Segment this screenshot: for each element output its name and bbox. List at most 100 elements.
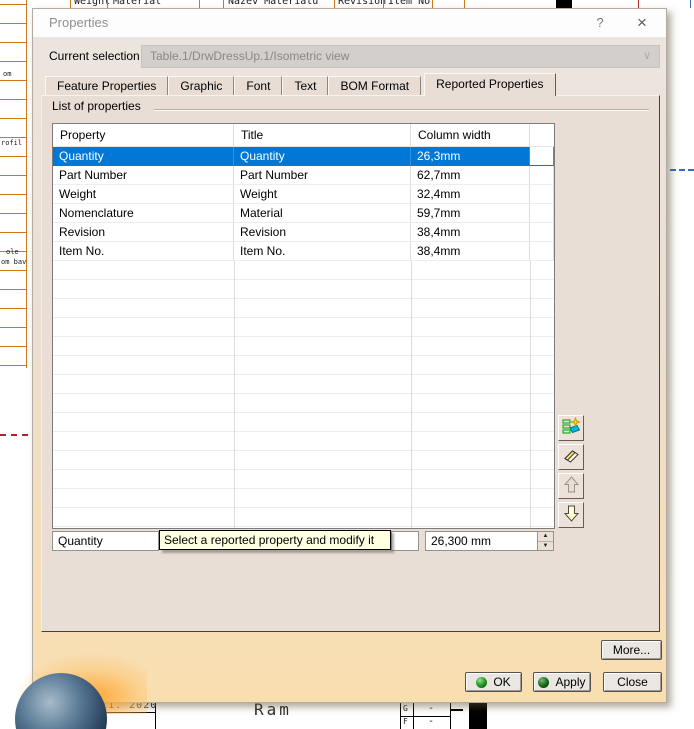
cad-cell-f: F xyxy=(403,717,408,726)
current-selection-label: Current selection : xyxy=(49,49,146,63)
table-row[interactable]: Quantity Quantity 26,3mm xyxy=(53,147,554,166)
cell-width: 32,4mm xyxy=(411,185,530,204)
table-row[interactable]: Nomenclature Material 59,7mm xyxy=(53,204,554,223)
apply-sphere-icon xyxy=(538,677,549,688)
down-arrow-icon xyxy=(562,504,581,526)
cell-width: 38,4mm xyxy=(411,223,530,242)
properties-dialog: Properties ? × Current selection : Table… xyxy=(32,8,667,703)
table-row[interactable]: Item No. Item No. 38,4mm xyxy=(53,242,554,261)
mini-input[interactable] xyxy=(391,531,419,551)
cell-width: 38,4mm xyxy=(411,242,530,261)
col-header-column-width: Column width xyxy=(411,124,530,147)
help-button[interactable]: ? xyxy=(584,9,616,37)
reported-properties-panel: List of properties Property Title Column… xyxy=(41,95,660,632)
cell-property: Revision xyxy=(53,223,234,242)
cell-title: Quantity xyxy=(234,147,411,166)
current-selection-value: Table.1/DrwDressUp.1/Isometric view xyxy=(150,49,349,63)
cell-spacer xyxy=(530,185,554,204)
col-header-property: Property xyxy=(53,124,234,147)
cad-col-material: Material xyxy=(113,0,161,7)
close-button-label: Close xyxy=(617,673,648,691)
spin-down-icon[interactable]: ▼ xyxy=(538,542,553,551)
current-selection-combo[interactable]: Table.1/DrwDressUp.1/Isometric view ∨ xyxy=(141,45,660,68)
col-header-spacer xyxy=(530,124,554,147)
cad-cell-f-value: - xyxy=(428,716,434,727)
cad-row-lines xyxy=(0,4,27,366)
tab-feature-properties[interactable]: Feature Properties xyxy=(45,76,168,96)
cell-property: Quantity xyxy=(53,147,234,166)
tab-reported-properties[interactable]: Reported Properties xyxy=(424,73,555,96)
apply-button[interactable]: Apply xyxy=(533,672,591,692)
cell-property: Weight xyxy=(53,185,234,204)
cad-vline xyxy=(70,0,71,8)
cad-vline xyxy=(383,0,384,8)
cad-vline xyxy=(334,0,335,8)
properties-table[interactable]: Property Title Column width Quantity Qua… xyxy=(52,123,555,529)
cad-col-weight: Weight xyxy=(74,0,110,7)
spin-up-icon[interactable]: ▲ xyxy=(538,532,553,542)
cad-left-label: rofil xyxy=(1,139,22,147)
tab-bom-format[interactable]: BOM Format xyxy=(328,76,421,96)
spin-buttons: ▲ ▼ xyxy=(537,532,553,550)
column-width-spinner[interactable]: 26,300 mm ▲ ▼ xyxy=(425,531,554,551)
tab-font[interactable]: Font xyxy=(234,76,282,96)
more-button-label: More... xyxy=(613,641,650,659)
cell-title: Revision xyxy=(234,223,411,242)
cad-line xyxy=(450,709,463,711)
cad-left-table-strip: om rofil ole om bav xyxy=(0,0,28,368)
remove-property-button[interactable] xyxy=(558,444,584,470)
cell-title: Item No. xyxy=(234,242,411,261)
dialog-body: Current selection : Table.1/DrwDressUp.1… xyxy=(33,37,666,702)
table-row[interactable]: Revision Revision 38,4mm xyxy=(53,223,554,242)
cad-cell-g: G xyxy=(403,704,408,713)
cell-spacer xyxy=(530,204,554,223)
apply-button-label: Apply xyxy=(555,673,585,691)
cad-vline xyxy=(464,0,465,8)
cell-width: 59,7mm xyxy=(411,204,530,223)
tab-graphic[interactable]: Graphic xyxy=(168,76,234,96)
dialog-titlebar[interactable]: Properties ? × xyxy=(33,9,666,37)
cad-black-block xyxy=(469,702,487,729)
close-button[interactable]: Close xyxy=(603,672,662,692)
cad-line xyxy=(68,703,69,729)
cell-property: Part Number xyxy=(53,166,234,185)
cad-centerline-red xyxy=(0,434,28,436)
table-row[interactable]: Weight Weight 32,4mm xyxy=(53,185,554,204)
cad-top-table-strip: Weight Material Nazev Materialu Revision… xyxy=(0,0,694,8)
table-empty-grid xyxy=(53,261,554,528)
cad-black-cell xyxy=(556,0,572,8)
close-icon[interactable]: × xyxy=(626,9,658,37)
cad-col-nazev: Nazev Materialu xyxy=(228,0,318,7)
tooltip: Select a reported property and modify it xyxy=(159,530,391,550)
more-button[interactable]: More... xyxy=(601,640,662,660)
cad-col-itemno: Item No xyxy=(388,0,430,7)
add-property-button[interactable] xyxy=(558,415,584,441)
move-down-button[interactable] xyxy=(558,502,584,528)
cell-spacer xyxy=(530,147,554,166)
cell-title: Weight xyxy=(234,185,411,204)
table-row[interactable]: Part Number Part Number 62,7mm xyxy=(53,166,554,185)
cell-title: Part Number xyxy=(234,166,411,185)
column-width-value[interactable]: 26,300 mm xyxy=(426,532,537,550)
tab-text[interactable]: Text xyxy=(282,76,328,96)
table-grid-line xyxy=(234,261,235,528)
cell-width: 26,3mm xyxy=(411,147,530,166)
cell-spacer xyxy=(530,223,554,242)
ok-button[interactable]: OK xyxy=(465,672,522,692)
cad-cell-g-value: - xyxy=(428,703,434,714)
cad-left-label: om bav xyxy=(1,258,26,266)
property-name-input[interactable]: Quantity xyxy=(52,531,159,551)
cad-bottom-titleblock: 24. 11. 2020 0498501 m MTb Ram G - F - xyxy=(0,700,694,729)
cad-left-label: ole xyxy=(6,248,19,256)
tab-bar: Feature Properties Graphic Font Text BOM… xyxy=(45,73,556,96)
move-up-button[interactable] xyxy=(558,473,584,499)
cell-title: Material xyxy=(234,204,411,223)
cad-vline-red xyxy=(638,0,639,8)
table-grid-line xyxy=(530,261,531,528)
add-property-icon xyxy=(562,417,581,439)
cell-spacer xyxy=(530,166,554,185)
up-arrow-icon xyxy=(562,475,581,497)
eraser-icon xyxy=(562,446,581,468)
cell-width: 62,7mm xyxy=(411,166,530,185)
group-etched-line xyxy=(154,109,649,111)
